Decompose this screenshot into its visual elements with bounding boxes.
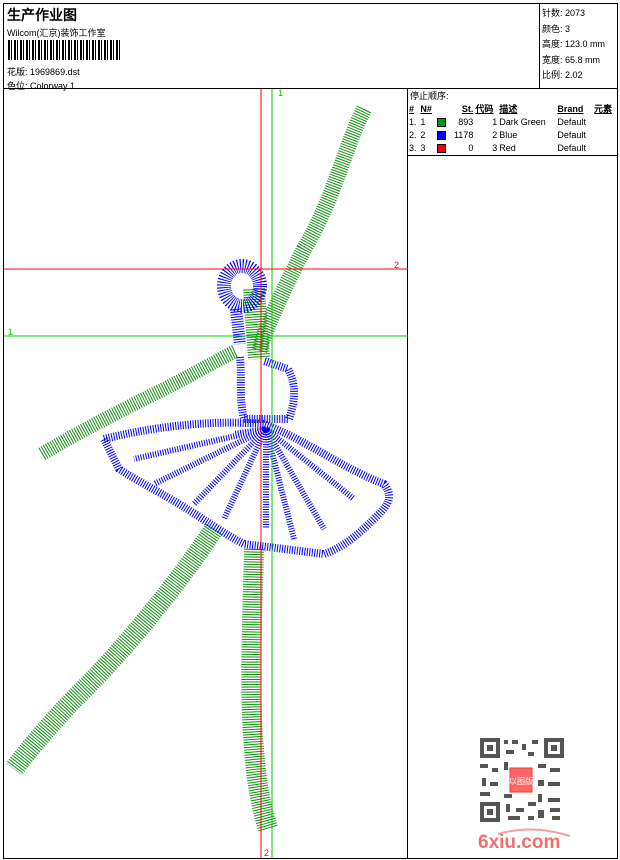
col-index: # [409,103,415,114]
row-code: 3 [492,142,498,153]
row-brand: Default [557,129,586,140]
seal-text: 以图版 [509,776,533,786]
info-value: 2073 [565,8,586,18]
row-description: Blue [499,129,518,140]
table-row: 3. 3 03 Red Default [408,141,617,154]
row-number: 3 [420,142,426,153]
row-code: 1 [492,116,498,127]
table-row: 2. 2 1178 2 Blue Default [408,128,617,141]
file-value: 1969869.dst [30,67,80,77]
col-stitches: St. [461,103,474,114]
info-label: 宽度: [542,54,563,65]
info-label: 针数: [542,8,563,18]
stop-sequence-panel: 停止顺序: # N# St. 代码 描述 Brand 元素 1. 1 893 1 D… [408,89,618,156]
skirt-pleat-stitches [133,426,356,540]
header: 生产作业图 Wilcom(汇京)装饰工作室 花版: 1969869.dst 色位… [3,3,540,91]
info-width: 宽度: 65.8 mm [542,53,616,69]
table-header: # N# St. 代码 描述 Brand 元素 [408,102,617,115]
left-arm-stitches [38,344,240,461]
guide-v1-label: 1 [278,89,283,98]
row-stitches: 1178 [453,129,474,140]
left-leg-stitches [6,523,223,776]
row-index: 1. [409,116,417,127]
info-value: 123.0 mm [565,39,606,49]
file-label: 花版: [7,67,28,77]
bodice-stitches [236,356,299,423]
row-code: 2 [492,129,498,140]
color-swatch [436,117,446,127]
row-stitches: 893 [458,116,474,127]
qr-code-icon: 以图版 6xiu.com [478,738,571,853]
col-code: 代码 [475,104,494,114]
col-number: N# [420,103,432,114]
col-element: 元素 [593,104,612,114]
right-arm-stitches [251,105,372,354]
color-swatch [436,143,446,153]
row-index: 2. [409,129,417,140]
table-row: 1. 1 893 1 Dark Green Default [408,115,617,128]
info-colors: 颜色: 3 [542,22,616,38]
col-swatch [436,102,449,115]
guide-h2-label: 2 [394,260,399,270]
design-file: 花版: 1969869.dst [7,65,80,78]
watermark-text: 6xiu.com [478,832,560,853]
col-description: 描述 [499,104,518,114]
guide-h1-label: 1 [8,327,13,337]
company-name: Wilcom(汇京)装饰工作室 [7,28,106,38]
row-index: 3. [409,142,417,153]
info-value: 3 [565,23,571,34]
page-title: 生产作业图 [7,7,77,23]
info-stitches: 针数: 2073 [542,6,616,22]
design-info: 针数: 2073 颜色: 3 高度: 123.0 mm 宽度: 65.8 mm … [540,3,618,89]
table-bottom-rule [408,154,618,156]
row-brand: Default [557,142,586,153]
color-swatch [436,130,446,140]
row-number: 1 [420,116,426,127]
right-leg-stitches [241,548,278,832]
embroidery-design: 1 2 1 2 [4,88,408,858]
skirt-outline-stitches [100,418,393,558]
row-brand: Default [557,116,586,127]
blue-stitches [100,259,393,558]
head-stitches [217,259,267,313]
info-label: 比例: [542,70,563,80]
row-number: 2 [420,129,426,140]
info-height: 高度: 123.0 mm [542,37,616,53]
guide-v2-label: 2 [264,848,269,858]
design-canvas: 1 2 1 2 [4,88,408,858]
stop-sequence-caption: 停止顺序: [410,91,449,101]
stop-sequence-table: # N# St. 代码 描述 Brand 元素 1. 1 893 1 Dark Gr… [408,102,617,154]
row-description: Red [499,142,516,153]
info-scale: 比例: 2.02 [542,68,616,84]
info-label: 颜色: [542,23,563,34]
info-label: 高度: [542,39,563,49]
col-brand: Brand [557,103,584,114]
row-description: Dark Green [499,116,546,127]
info-value: 65.8 mm [565,54,601,65]
barcode [8,40,121,60]
info-value: 2.02 [565,70,583,80]
watermark: 以图版 6xiu.com [478,738,578,855]
row-stitches: 0 [468,142,474,153]
